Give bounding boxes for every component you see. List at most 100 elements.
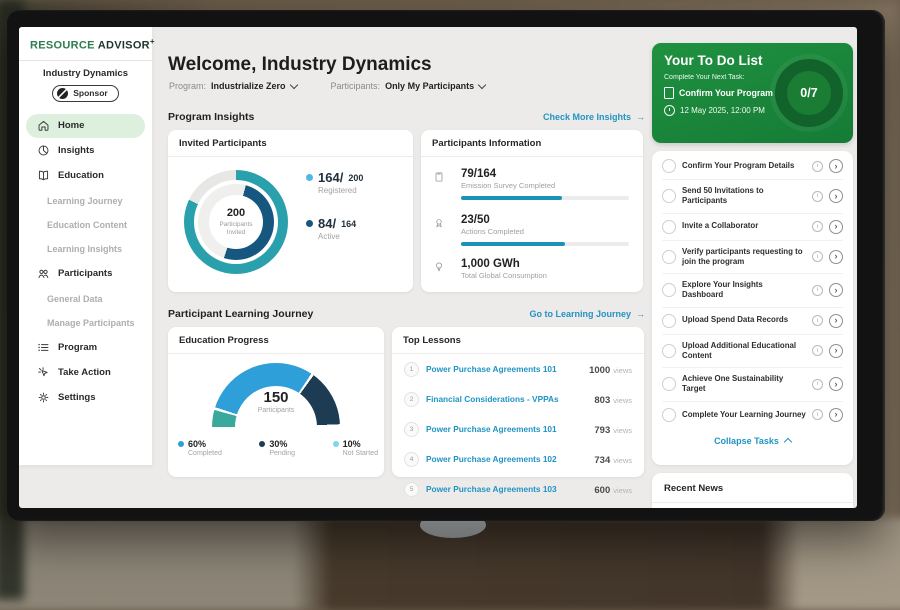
task-row[interactable]: Complete Your Learning Journey i › [662, 402, 843, 428]
nav-label: Insights [58, 145, 94, 156]
progress-track [461, 242, 629, 246]
task-go-button[interactable]: › [829, 377, 843, 391]
participants-dropdown[interactable]: Participants: Only My Participants [331, 81, 486, 91]
legend-label: Active [318, 232, 356, 241]
views-suffix: views [613, 396, 632, 405]
nav-label: Program [58, 342, 97, 353]
sidebar-item-insights[interactable]: Insights [26, 139, 145, 163]
task-checkbox[interactable] [662, 283, 676, 297]
sidebar-item-program[interactable]: Program [26, 336, 145, 360]
active-value: 84/ [318, 216, 336, 231]
divider [19, 60, 152, 61]
task-label: Complete Your Learning Journey [682, 410, 806, 420]
task-checkbox[interactable] [662, 189, 676, 203]
legend-not-started: 10%Not Started [333, 439, 378, 457]
go-to-learning-journey-link[interactable]: Go to Learning Journey→ [529, 309, 645, 319]
info-icon[interactable]: i [812, 315, 823, 326]
task-checkbox[interactable] [662, 344, 676, 358]
progress-track [461, 196, 629, 200]
logo-resource: RESOURCE [30, 40, 95, 52]
info-icon[interactable]: i [812, 345, 823, 356]
sidebar-item-education[interactable]: Education [26, 164, 145, 188]
task-row[interactable]: Explore Your Insights Dashboard i › [662, 274, 843, 308]
program-dropdown[interactable]: Program: Industrialize Zero [169, 81, 297, 91]
task-row[interactable]: Verify participants requesting to join t… [662, 241, 843, 275]
chevron-down-icon [289, 80, 297, 88]
views-count: 803 [594, 395, 610, 406]
task-row[interactable]: Invite a Collaboratori› [662, 214, 843, 241]
task-go-button[interactable]: › [829, 314, 843, 328]
task-checkbox[interactable] [662, 314, 676, 328]
task-checkbox[interactable] [662, 159, 676, 173]
lesson-link[interactable]: Power Purchase Agreements 101 [426, 364, 582, 374]
sidebar-item-learning-journey[interactable]: Learning Journey [19, 189, 152, 213]
progress-fill [461, 242, 565, 246]
insights-icon [37, 144, 50, 157]
sidebar-item-learning-insights[interactable]: Learning Insights [19, 237, 152, 261]
sidebar-item-settings[interactable]: Settings [26, 386, 145, 410]
task-go-button[interactable]: › [829, 159, 843, 173]
legend-dot [259, 441, 265, 447]
info-icon[interactable]: i [812, 409, 823, 420]
info-icon[interactable]: i [812, 251, 823, 262]
todo-subtitle: Complete Your Next Task: [664, 74, 744, 81]
info-icon[interactable]: i [812, 161, 823, 172]
check-more-insights-link[interactable]: Check More Insights→ [543, 112, 645, 122]
sidebar-item-home[interactable]: Home [26, 114, 145, 138]
task-label: Verify participants requesting to join t… [682, 247, 806, 268]
lesson-row: 3Power Purchase Agreements 101793views [392, 414, 644, 444]
task-checkbox[interactable] [662, 250, 676, 264]
sidebar-item-education-content[interactable]: Education Content [19, 213, 152, 237]
info-icon[interactable]: i [812, 191, 823, 202]
task-row[interactable]: Upload Spend Data Recordsi› [662, 308, 843, 335]
task-go-button[interactable]: › [829, 283, 843, 297]
task-go-button[interactable]: › [829, 189, 843, 203]
task-row[interactable]: Confirm Your Program Detailsi› [662, 153, 843, 180]
gauge-value: 150 [168, 389, 384, 406]
lesson-link[interactable]: Financial Considerations - VPPAs [426, 394, 587, 404]
task-checkbox[interactable] [662, 377, 676, 391]
lesson-link[interactable]: Power Purchase Agreements 102 [426, 454, 587, 464]
program-value: Industrialize Zero [211, 81, 286, 91]
info-icon[interactable]: i [812, 221, 823, 232]
clock-icon [664, 105, 675, 116]
task-row[interactable]: Send 50 Invitations to Participantsi› [662, 180, 843, 214]
collapse-tasks-link[interactable]: Collapse Tasks [662, 428, 843, 450]
task-checkbox[interactable] [662, 220, 676, 234]
lesson-row: 1Power Purchase Agreements 1011000views [392, 354, 644, 384]
task-go-button[interactable]: › [829, 408, 843, 422]
task-go-button[interactable]: › [829, 250, 843, 264]
nav-label: Participants [58, 268, 112, 279]
task-go-button[interactable]: › [829, 220, 843, 234]
sidebar-item-take-action[interactable]: Take Action [26, 361, 145, 385]
lesson-row: 4Power Purchase Agreements 102734views [392, 444, 644, 474]
task-checkbox[interactable] [662, 408, 676, 422]
consumption-icon [433, 260, 445, 278]
lesson-link[interactable]: Power Purchase Agreements 103 [426, 484, 587, 494]
rank-badge: 4 [404, 452, 419, 467]
card-title: Invited Participants [168, 130, 413, 157]
chevron-down-icon [478, 80, 486, 88]
todo-title: Your To Do List [664, 53, 763, 68]
task-row[interactable]: Upload Additional Educational Contenti› [662, 335, 843, 369]
sidebar-item-general-data[interactable]: General Data [19, 287, 152, 311]
sponsor-badge[interactable]: Sponsor [52, 85, 118, 102]
participants-information-card: Participants Information 79/164 Emission… [421, 130, 643, 292]
task-go-button[interactable]: › [829, 344, 843, 358]
lesson-link[interactable]: Power Purchase Agreements 101 [426, 424, 587, 434]
chevron-up-icon [784, 438, 792, 446]
participants-icon [37, 267, 50, 280]
home-icon [37, 119, 50, 132]
gauge-center: 150 Participants [168, 389, 384, 414]
task-row[interactable]: Achieve One Sustainability Targeti› [662, 368, 843, 402]
sponsor-label: Sponsor [73, 88, 107, 98]
info-icon[interactable]: i [812, 379, 823, 390]
rank-badge: 1 [404, 362, 419, 377]
logo-advisor: ADVISOR [98, 40, 150, 52]
task-label: Explore Your Insights Dashboard [682, 280, 806, 301]
sidebar-item-manage-participants[interactable]: Manage Participants [19, 311, 152, 335]
info-icon[interactable]: i [812, 285, 823, 296]
views-count: 793 [594, 425, 610, 436]
rank-badge: 5 [404, 482, 419, 497]
sidebar-item-participants[interactable]: Participants [26, 262, 145, 286]
